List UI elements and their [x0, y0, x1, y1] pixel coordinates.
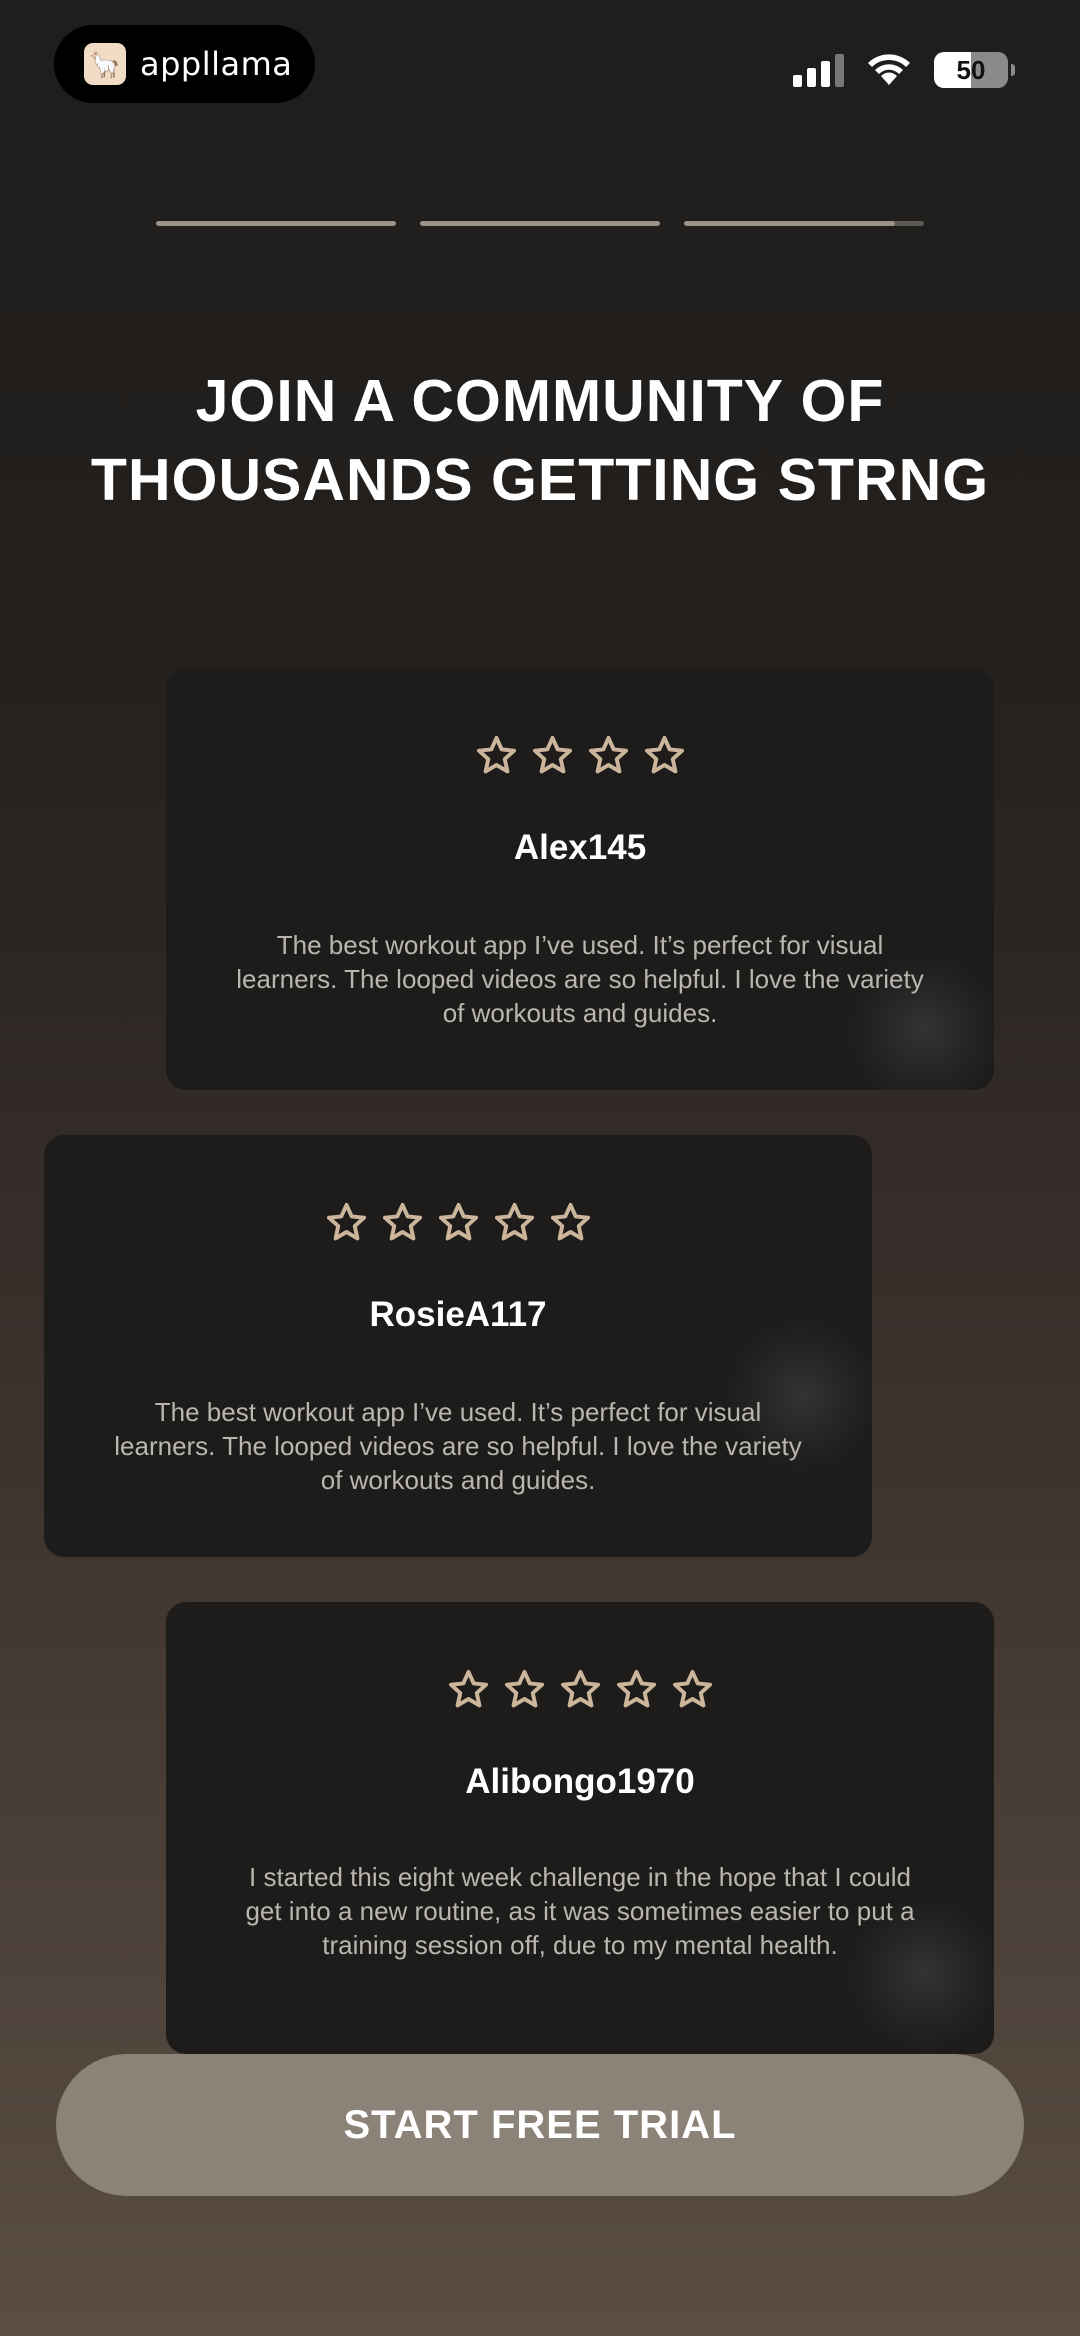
llama-logo-icon: 🦙 [84, 43, 126, 85]
progress-segment [420, 221, 660, 226]
page-title: JOIN A COMMUNITY OF THOUSANDS GETTING ST… [90, 368, 990, 513]
star-icon [438, 1202, 478, 1241]
star-icon [504, 1669, 544, 1708]
reviewer-name: RosieA117 [369, 1295, 547, 1334]
reviewer-name: Alibongo1970 [465, 1762, 695, 1801]
review-card: Alex145 The best workout app I’ve used. … [166, 668, 994, 1090]
star-icon [476, 735, 516, 774]
rating-stars [166, 734, 994, 777]
star-icon [326, 1202, 366, 1241]
star-icon [616, 1669, 656, 1708]
review-text: The best workout app I’ve used. It’s per… [236, 930, 924, 1028]
rating-stars [166, 1668, 994, 1711]
star-icon [448, 1669, 488, 1708]
recording-brand-pill[interactable]: 🦙 appllama [54, 25, 315, 103]
review-text: The best workout app I’ve used. It’s per… [114, 1397, 802, 1495]
star-icon [532, 735, 572, 774]
star-icon [560, 1669, 600, 1708]
battery-level: 50 [956, 54, 986, 85]
star-icon [672, 1669, 712, 1708]
brand-label: appllama [140, 45, 293, 83]
star-icon [494, 1202, 534, 1241]
star-icon [588, 735, 628, 774]
progress-segment [684, 221, 924, 226]
star-icon [382, 1202, 422, 1241]
start-free-trial-button[interactable]: START FREE TRIAL [56, 2054, 1024, 2196]
onboarding-progress [156, 221, 924, 226]
battery-icon: 50 [934, 52, 1015, 88]
progress-segment [156, 221, 396, 226]
wifi-icon [868, 54, 910, 85]
star-icon [550, 1202, 590, 1241]
star-icon [644, 735, 684, 774]
review-card: Alibongo1970 I started this eight week c… [166, 1602, 994, 2054]
reviewer-name: Alex145 [513, 828, 647, 867]
signal-icon [793, 53, 844, 87]
review-card: RosieA117 The best workout app I’ve used… [44, 1135, 872, 1557]
review-text: I started this eight week challenge in t… [245, 1862, 915, 1960]
rating-stars [44, 1201, 872, 1244]
status-indicators: 50 [793, 50, 1015, 90]
